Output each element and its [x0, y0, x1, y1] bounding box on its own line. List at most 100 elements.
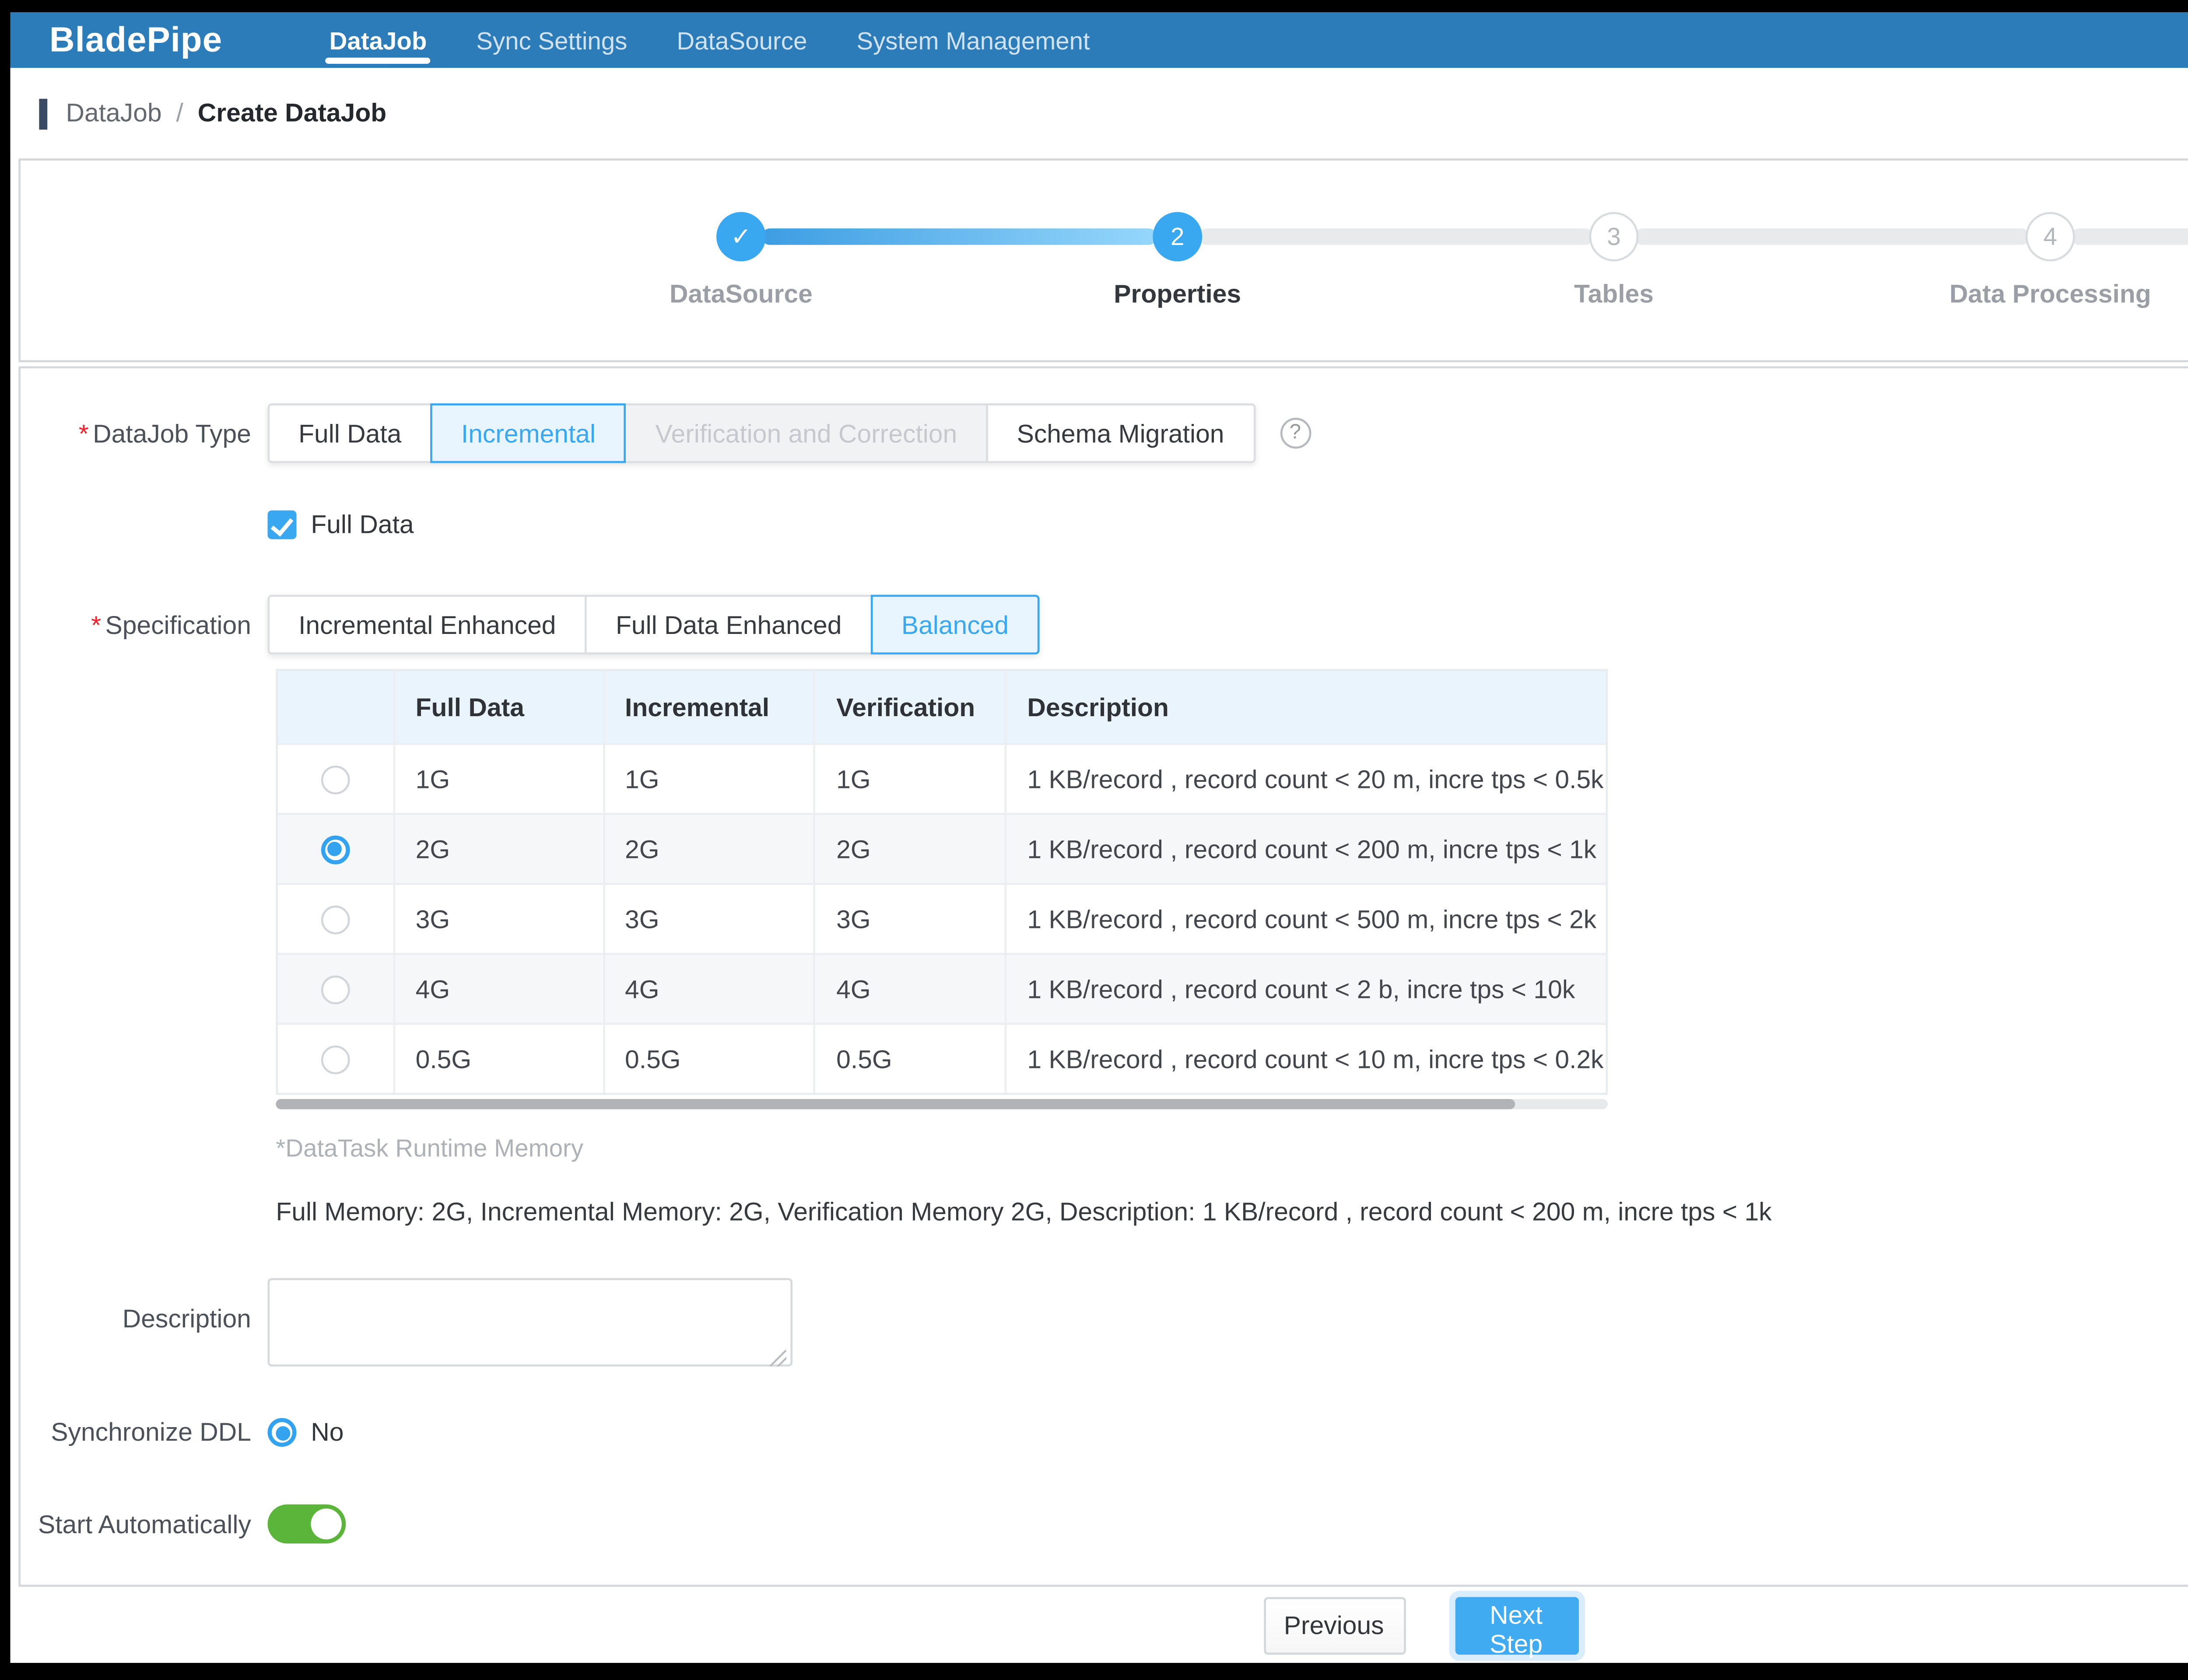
datajob-type-schema-migration-button[interactable]: Schema Migration: [986, 403, 1255, 463]
required-asterisk: *: [91, 610, 101, 639]
wizard-stepper: ✓ 2 3 4 5 DataSource Properties Tables D…: [716, 212, 2188, 317]
full-data-checkbox-row: Full Data: [21, 511, 2188, 539]
start-automatically-toggle[interactable]: [268, 1505, 346, 1544]
spec-radio-3g[interactable]: [321, 904, 350, 933]
nav-item-datajob[interactable]: DataJob: [305, 12, 452, 68]
spec-row-1g[interactable]: 1G 1G 1G 1 KB/record , record count < 20…: [278, 743, 1606, 813]
cell-incremental: 1G: [604, 745, 816, 813]
specification-row: *Specification Incremental Enhanced Full…: [21, 595, 2188, 654]
properties-form-card: *DataJob Type Full Data Incremental Veri…: [18, 366, 2188, 1587]
stepper-card: ✓ 2 3 4 5 DataSource Properties Tables D…: [18, 158, 2188, 362]
radio-cell: [278, 885, 395, 953]
nav-menu: DataJob Sync Settings DataSource System …: [305, 12, 1115, 68]
next-step-button[interactable]: Next Step: [1454, 1596, 1578, 1654]
help-icon[interactable]: ?: [1280, 418, 1311, 449]
spec-row-2g-selected[interactable]: 2G 2G 2G 1 KB/record , record count < 20…: [278, 813, 1606, 883]
datajob-type-verification-button[interactable]: Verification and Correction: [624, 403, 988, 463]
app-logo[interactable]: BladePipe: [49, 20, 222, 61]
synchronize-ddl-radio[interactable]: [268, 1418, 297, 1447]
cell-description: 1 KB/record , record count < 20 m, incre…: [1006, 745, 1606, 813]
specification-label: *Specification: [21, 610, 267, 639]
cell-full: 3G: [395, 885, 604, 953]
synchronize-ddl-label: Synchronize DDL: [21, 1418, 267, 1447]
cell-description: 1 KB/record , record count < 10 m, incre…: [1006, 1025, 1606, 1093]
cell-incremental: 4G: [604, 955, 816, 1023]
scrollbar-thumb[interactable]: [276, 1099, 1514, 1110]
top-nav: BladePipe DataJob Sync Settings DataSour…: [11, 12, 2188, 68]
radio-cell: [278, 1025, 395, 1093]
nav-item-datasource[interactable]: DataSource: [652, 12, 832, 68]
spec-row-05g[interactable]: 0.5G 0.5G 0.5G 1 KB/record , record coun…: [278, 1023, 1606, 1093]
radio-cell: [278, 815, 395, 883]
breadcrumb-parent-link[interactable]: DataJob: [66, 99, 162, 128]
step-1-label: DataSource: [670, 280, 813, 309]
cell-incremental: 2G: [604, 815, 816, 883]
cell-description: 1 KB/record , record count < 500 m, incr…: [1006, 885, 1606, 953]
step-3-label: Tables: [1574, 280, 1654, 309]
wizard-footer: Previous Next Step: [11, 1587, 2188, 1663]
nav-item-sync-settings[interactable]: Sync Settings: [452, 12, 652, 68]
check-icon: ✓: [731, 222, 751, 251]
radio-cell: [278, 745, 395, 813]
spec-row-4g[interactable]: 4G 4G 4G 1 KB/record , record count < 2 …: [278, 953, 1606, 1023]
spec-table: Full Data Incremental Verification Descr…: [276, 669, 1608, 1095]
screenshot-stage: BladePipe DataJob Sync Settings DataSour…: [0, 0, 2188, 1680]
step-connector: [1198, 228, 1593, 245]
specification-options: Incremental Enhanced Full Data Enhanced …: [268, 595, 1040, 654]
required-asterisk: *: [79, 419, 89, 448]
spec-radio-05g[interactable]: [321, 1044, 350, 1073]
step-connector: [2071, 228, 2188, 245]
spec-row-3g[interactable]: 3G 3G 3G 1 KB/record , record count < 50…: [278, 883, 1606, 953]
radio-column-header: [278, 671, 395, 743]
spec-radio-1g[interactable]: [321, 765, 350, 794]
step-2-circle: 2: [1153, 212, 1202, 262]
start-automatically-label: Start Automatically: [21, 1509, 267, 1538]
col-header-verification: Verification: [816, 671, 1006, 743]
step-3-number: 3: [1607, 222, 1620, 251]
step-2-number: 2: [1171, 222, 1184, 251]
cell-incremental: 3G: [604, 885, 816, 953]
spec-table-wrap: Full Data Incremental Verification Descr…: [276, 669, 2188, 1110]
spec-incremental-enhanced-button[interactable]: Incremental Enhanced: [268, 595, 587, 654]
toggle-knob: [311, 1508, 342, 1540]
breadcrumb: DataJob / Create DataJob: [11, 68, 2188, 158]
nav-item-system-management[interactable]: System Management: [832, 12, 1115, 68]
memory-summary: Full Memory: 2G, Incremental Memory: 2G,…: [276, 1198, 2188, 1227]
breadcrumb-accent-bar: [39, 98, 47, 129]
cell-description: 1 KB/record , record count < 200 m, incr…: [1006, 815, 1606, 883]
synchronize-ddl-option-no[interactable]: No: [268, 1418, 344, 1447]
screen-frame: BladePipe DataJob Sync Settings DataSour…: [0, 0, 2188, 1680]
cell-full: 4G: [395, 955, 604, 1023]
spec-table-header: Full Data Incremental Verification Descr…: [278, 671, 1606, 743]
spec-radio-2g[interactable]: [321, 835, 350, 864]
cell-description: 1 KB/record , record count < 2 b, incre …: [1006, 955, 1606, 1023]
cell-verification: 3G: [816, 885, 1006, 953]
synchronize-ddl-row: Synchronize DDL No: [21, 1418, 2188, 1447]
datajob-type-label: *DataJob Type: [21, 419, 267, 448]
description-label: Description: [21, 1278, 267, 1334]
datajob-type-options: Full Data Incremental Verification and C…: [268, 403, 1255, 463]
cell-incremental: 0.5G: [604, 1025, 816, 1093]
stepper-track: ✓ 2 3 4 5: [716, 212, 2188, 262]
previous-button[interactable]: Previous: [1263, 1596, 1405, 1654]
full-data-checkbox[interactable]: [268, 511, 297, 539]
spec-full-data-enhanced-button[interactable]: Full Data Enhanced: [585, 595, 873, 654]
bladepipe-app: BladePipe DataJob Sync Settings DataSour…: [11, 12, 2188, 1663]
col-header-incremental: Incremental: [604, 671, 816, 743]
step-4-number: 4: [2044, 222, 2057, 251]
runtime-memory-note: *DataTask Runtime Memory: [276, 1134, 2188, 1163]
step-1-circle: ✓: [716, 212, 766, 262]
spec-balanced-button[interactable]: Balanced: [870, 595, 1039, 654]
datajob-type-incremental-button[interactable]: Incremental: [430, 403, 626, 463]
cell-verification: 2G: [816, 815, 1006, 883]
step-connector-done: [762, 228, 1157, 245]
description-textarea[interactable]: [268, 1278, 793, 1366]
start-automatically-row: Start Automatically: [21, 1505, 2188, 1544]
cell-verification: 0.5G: [816, 1025, 1006, 1093]
spec-radio-4g[interactable]: [321, 974, 350, 1003]
col-header-full-data: Full Data: [395, 671, 604, 743]
stepper-labels: DataSource Properties Tables Data Proces…: [716, 280, 2188, 317]
cell-verification: 4G: [816, 955, 1006, 1023]
step-4-label: Data Processing: [1950, 280, 2151, 309]
datajob-type-full-data-button[interactable]: Full Data: [268, 403, 432, 463]
